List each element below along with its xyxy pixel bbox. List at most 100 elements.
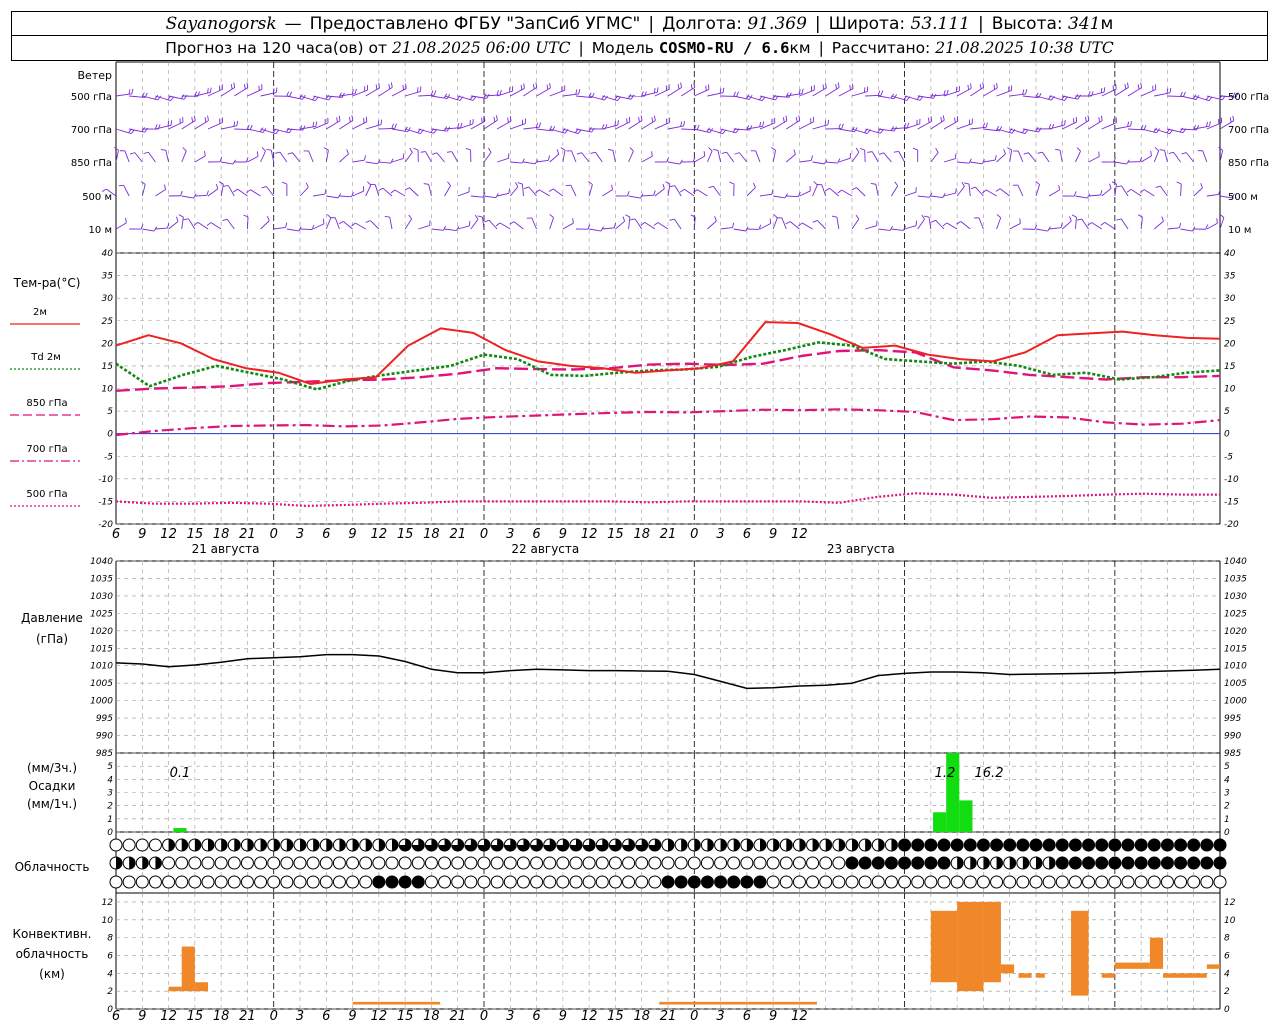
cloud-fill — [1056, 839, 1069, 851]
temperature-tick-right: 15 — [1224, 362, 1236, 372]
pressure-tick-left: 1035 — [90, 574, 113, 584]
cloud-fill — [701, 876, 714, 888]
cloud-symbol — [438, 856, 452, 870]
cloud-symbol — [845, 875, 859, 889]
wind-barb-feather — [474, 214, 479, 220]
cloud-fill — [1069, 857, 1082, 869]
wind-barb-feather — [207, 88, 209, 94]
wind-barb — [234, 87, 249, 97]
wind-barb-feather — [315, 121, 318, 127]
wind-barb-feather — [170, 120, 173, 126]
wind-barb-feather — [1100, 190, 1103, 196]
wind-barb — [1127, 87, 1142, 97]
cloud-symbol — [622, 875, 636, 889]
convective-tick-left: 2 — [107, 987, 113, 997]
wind-barb — [1017, 150, 1024, 163]
pressure-tick-right: 1020 — [1224, 627, 1247, 637]
wind-barb-feather — [734, 152, 740, 155]
wind-barb-feather — [773, 214, 778, 219]
wind-barb-feather — [629, 147, 634, 152]
wind-barb — [772, 150, 776, 163]
cloud-fill — [1122, 857, 1134, 869]
wind-barb — [898, 151, 905, 163]
wind-barb — [956, 186, 965, 197]
wind-barb — [523, 161, 536, 165]
wind-barb-feather — [520, 84, 523, 90]
wind-barb — [115, 222, 127, 230]
wind-barb — [996, 153, 1006, 163]
wind-barb-feather — [1076, 218, 1082, 221]
wind-barb-feather — [266, 215, 270, 221]
cloud-symbol — [635, 875, 649, 889]
wind-barb — [986, 189, 997, 197]
wind-barb-feather — [275, 87, 278, 93]
wind-barb-feather — [167, 120, 170, 127]
wind-barb — [141, 184, 146, 197]
cloud-symbol — [556, 875, 570, 889]
convective-tick-right: 2 — [1224, 987, 1230, 997]
temperature-tick-left: 5 — [107, 407, 113, 417]
cloud-fill — [1161, 857, 1174, 869]
wind-barb-feather — [1169, 87, 1172, 93]
wind-barb-feather — [982, 82, 985, 88]
wind-barb-feather — [394, 123, 397, 129]
wind-barb-feather — [996, 83, 998, 89]
wind-barb-feather — [1058, 184, 1060, 191]
wind-barb-feather — [785, 221, 791, 225]
wind-barb — [1180, 183, 1182, 197]
wind-levels-left: 500 гПа 700 гПа 850 гПа 500 м 10 м — [71, 92, 112, 236]
wind-barb-feather — [849, 84, 851, 91]
convective-bar — [1101, 973, 1115, 978]
cloud-fill — [1036, 857, 1042, 869]
wind-barb-feather — [447, 181, 451, 186]
wind-barb — [124, 150, 130, 163]
wind-barb — [970, 161, 983, 165]
wind-barb — [194, 155, 206, 163]
wind-barb — [292, 152, 301, 163]
wind-barb-feather — [1069, 216, 1072, 222]
pressure-tick-right: 1000 — [1224, 697, 1247, 707]
wind-barb — [825, 161, 838, 164]
cloud-symbol — [884, 875, 898, 889]
wind-barb — [531, 217, 537, 230]
pressure-tick-right: 995 — [1224, 714, 1241, 724]
wind-barb — [521, 184, 524, 197]
wind-barb-feather — [1055, 148, 1061, 151]
convective-tick-left: 4 — [107, 969, 113, 979]
wind-barb — [1202, 150, 1208, 163]
wind-barb-feather — [625, 214, 631, 218]
cloud-fill — [1135, 839, 1148, 851]
cloud-symbol — [451, 856, 465, 870]
cloud-fill — [1049, 857, 1056, 869]
wind-barb-feather — [1077, 94, 1082, 100]
time-tick-label: 0 — [690, 1009, 698, 1024]
wind-barb-feather — [1124, 84, 1127, 90]
wind-barb-feather — [677, 84, 680, 90]
cloud-fill — [234, 839, 241, 851]
wind-barb-feather — [654, 115, 656, 121]
time-tick-label: 3 — [506, 527, 514, 542]
cloud-fill — [746, 839, 753, 851]
cloud-symbol — [122, 838, 136, 852]
cloud-fill — [1148, 839, 1161, 851]
cloud-fill — [846, 857, 858, 869]
wind-barb — [404, 218, 413, 230]
cloud-symbol — [1003, 875, 1017, 889]
temperature-title: Тем-ра(°C) — [13, 276, 81, 290]
wind-barb-feather — [477, 215, 483, 218]
cloud-symbol — [582, 856, 596, 870]
wind-barb — [812, 161, 825, 165]
wind-barb-feather — [921, 214, 925, 220]
wind-barb-feather — [722, 87, 725, 93]
wind-barb-feather — [230, 84, 233, 90]
cloud-symbol — [503, 856, 517, 870]
pressure-tick-left: 1040 — [90, 557, 113, 567]
cloud-symbol — [1121, 875, 1135, 889]
time-tick-label: 3 — [296, 1009, 304, 1024]
day-labels: 21 августа 22 августа 23 августа — [192, 542, 895, 556]
wind-barb-feather — [1084, 117, 1087, 123]
convective-bar — [352, 1001, 441, 1005]
wind-barb-feather — [351, 222, 356, 227]
wind-barb-feather — [669, 185, 676, 187]
wind-barb-feather — [282, 181, 288, 185]
